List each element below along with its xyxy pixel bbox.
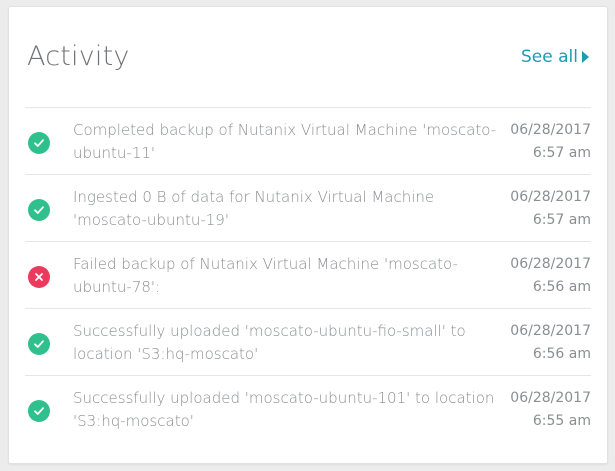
activity-message: Ingested 0 B of data for Nutanix Virtual… (73, 188, 435, 229)
activity-status-icon (28, 400, 50, 422)
activity-message: Successfully uploaded 'moscato-ubuntu-fi… (73, 322, 466, 363)
activity-item: Failed backup of Nutanix Virtual Machine… (25, 241, 591, 308)
activity-item: Successfully uploaded 'moscato-ubuntu-10… (25, 375, 591, 442)
activity-card: Activity See all Completed backup of Nut… (8, 6, 608, 464)
activity-message: Failed backup of Nutanix Virtual Machine… (73, 255, 458, 296)
activity-time: 6:55 am (532, 413, 591, 429)
activity-list: Completed backup of Nutanix Virtual Mach… (25, 107, 591, 442)
caret-right-icon (582, 51, 589, 63)
activity-time: 6:57 am (532, 212, 591, 228)
activity-time: 6:56 am (532, 346, 591, 362)
activity-date: 06/28/2017 (510, 122, 591, 138)
activity-item: Successfully uploaded 'moscato-ubuntu-fi… (25, 308, 591, 375)
activity-item: Ingested 0 B of data for Nutanix Virtual… (25, 174, 591, 241)
activity-status-icon (28, 333, 50, 355)
activity-date: 06/28/2017 (510, 189, 591, 205)
activity-header: Activity See all (9, 7, 607, 107)
check-icon (34, 340, 44, 348)
check-icon (34, 139, 44, 147)
activity-date: 06/28/2017 (510, 256, 591, 272)
activity-time: 6:56 am (532, 279, 591, 295)
activity-item: Completed backup of Nutanix Virtual Mach… (25, 107, 591, 174)
activity-status-icon (28, 266, 50, 288)
activity-timestamp: 06/28/2017 6:56 am (510, 320, 591, 366)
activity-status-icon (28, 132, 50, 154)
activity-timestamp: 06/28/2017 6:56 am (510, 253, 591, 299)
see-all-label: See all (521, 47, 578, 67)
activity-timestamp: 06/28/2017 6:55 am (510, 387, 591, 433)
activity-time: 6:57 am (532, 145, 591, 161)
activity-date: 06/28/2017 (510, 323, 591, 339)
activity-timestamp: 06/28/2017 6:57 am (510, 119, 591, 165)
check-icon (34, 407, 44, 415)
activity-date: 06/28/2017 (510, 390, 591, 406)
activity-timestamp: 06/28/2017 6:57 am (510, 186, 591, 232)
activity-message: Completed backup of Nutanix Virtual Mach… (73, 121, 497, 162)
check-icon (34, 206, 44, 214)
see-all-link[interactable]: See all (521, 47, 589, 67)
activity-status-icon (28, 199, 50, 221)
activity-title: Activity (27, 41, 130, 72)
activity-message: Successfully uploaded 'moscato-ubuntu-10… (73, 389, 495, 430)
x-icon (35, 273, 43, 281)
